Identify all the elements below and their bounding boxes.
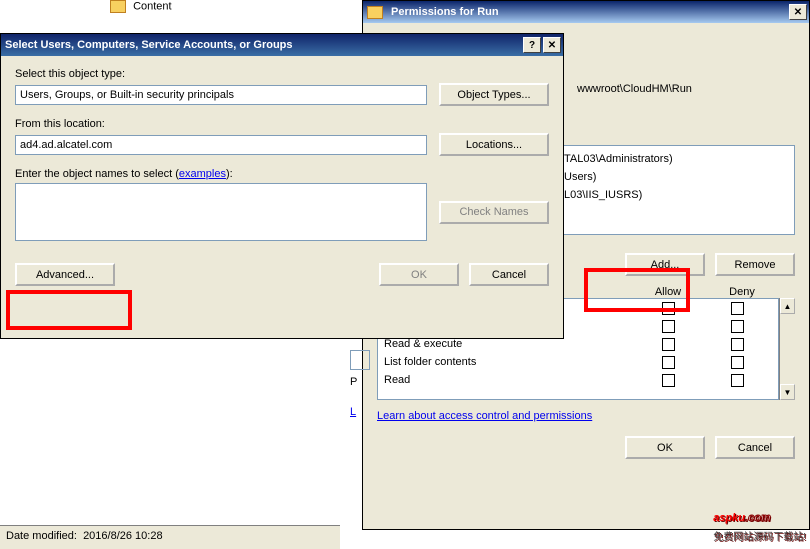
add-button[interactable]: Add... <box>625 253 705 276</box>
close-icon[interactable]: ✕ <box>543 37 561 53</box>
help-icon[interactable]: ? <box>523 37 541 53</box>
allow-checkbox[interactable] <box>662 338 675 351</box>
deny-header: Deny <box>705 286 779 298</box>
examples-link[interactable]: examples <box>179 168 226 180</box>
allow-checkbox[interactable] <box>662 302 675 315</box>
allow-header: Allow <box>631 286 705 298</box>
permissions-titlebar: Permissions for Run ✕ <box>363 1 809 23</box>
permissions-title: Permissions for Run <box>391 6 499 18</box>
select-users-dialog: Select Users, Computers, Service Account… <box>0 33 564 339</box>
select-title: Select Users, Computers, Service Account… <box>5 39 293 51</box>
deny-checkbox[interactable] <box>731 374 744 387</box>
perm-label: Read & execute <box>384 338 634 350</box>
close-icon[interactable]: ✕ <box>789 4 807 20</box>
object-type-field[interactable] <box>15 85 427 105</box>
status-bar: Date modified: 2016/8/26 10:28 <box>0 525 340 549</box>
folder-icon <box>110 0 126 13</box>
names-label: Enter the object names to select <box>15 168 172 180</box>
watermark-tld: .com <box>745 512 771 524</box>
perm-row: Read <box>378 371 778 389</box>
tree-item-label: Content <box>133 0 172 12</box>
group-item[interactable]: L03\IIS_IUSRS) <box>564 186 788 204</box>
select-titlebar: Select Users, Computers, Service Account… <box>1 34 563 56</box>
folder-tree-fragment: Content <box>110 0 330 13</box>
ok-button[interactable]: OK <box>625 436 705 459</box>
watermark-brand: aspku <box>713 512 745 524</box>
deny-checkbox[interactable] <box>731 320 744 333</box>
object-types-button[interactable]: Object Types... <box>439 83 549 106</box>
cancel-button[interactable]: Cancel <box>715 436 795 459</box>
object-path: wwwroot\CloudHM\Run <box>577 83 795 95</box>
remove-button[interactable]: Remove <box>715 253 795 276</box>
watermark: aspku.com 免费网站源码下载站! <box>713 500 806 543</box>
cancel-button[interactable]: Cancel <box>469 263 549 286</box>
group-item[interactable]: Users) <box>564 168 788 186</box>
location-label: From this location: <box>15 118 549 130</box>
location-field[interactable] <box>15 135 427 155</box>
date-modified-value: 2016/8/26 10:28 <box>83 530 163 542</box>
perm-label: Read <box>384 374 634 386</box>
ok-button[interactable]: OK <box>379 263 459 286</box>
frag-p: P <box>350 376 380 388</box>
folder-icon <box>367 6 383 19</box>
perm-scrollbar[interactable]: ▲ ▼ <box>779 298 795 400</box>
allow-checkbox[interactable] <box>662 320 675 333</box>
scroll-down-icon[interactable]: ▼ <box>780 384 795 400</box>
scroll-up-icon[interactable]: ▲ <box>780 298 795 314</box>
hidden-dialog-fragment: P L <box>350 350 380 418</box>
deny-checkbox[interactable] <box>731 356 744 369</box>
deny-checkbox[interactable] <box>731 302 744 315</box>
learn-link[interactable]: Learn about access control and permissio… <box>377 410 592 422</box>
allow-checkbox[interactable] <box>662 374 675 387</box>
group-item[interactable]: TAL03\Administrators) <box>564 150 788 168</box>
advanced-button[interactable]: Advanced... <box>15 263 115 286</box>
perm-label: List folder contents <box>384 356 634 368</box>
frag-l-link[interactable]: L <box>350 406 356 418</box>
check-names-button[interactable]: Check Names <box>439 201 549 224</box>
locations-button[interactable]: Locations... <box>439 133 549 156</box>
object-type-label: Select this object type: <box>15 68 549 80</box>
allow-checkbox[interactable] <box>662 356 675 369</box>
watermark-sub: 免费网站源码下载站! <box>713 528 806 543</box>
perm-row: List folder contents <box>378 353 778 371</box>
deny-checkbox[interactable] <box>731 338 744 351</box>
date-modified-label: Date modified: <box>6 530 77 542</box>
object-names-input[interactable] <box>15 183 427 241</box>
